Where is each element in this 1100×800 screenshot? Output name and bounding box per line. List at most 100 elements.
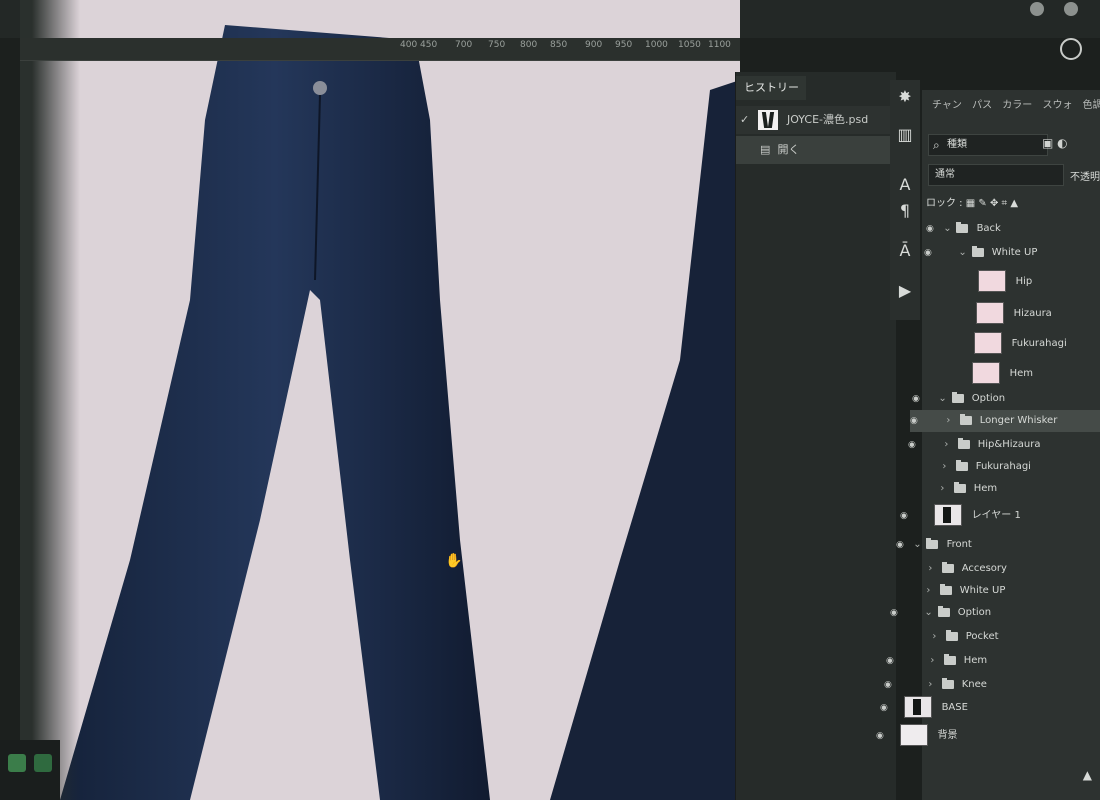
visibility-eye-icon[interactable]: ◉ <box>924 242 938 264</box>
share-icon[interactable] <box>1064 2 1078 16</box>
histogram-icon[interactable]: ▥ <box>894 124 916 146</box>
visibility-eye-icon[interactable]: ◉ <box>910 410 924 432</box>
history-tab[interactable]: ヒストリー <box>736 76 806 100</box>
visibility-empty[interactable] <box>892 580 906 602</box>
layer-hip[interactable]: Hip <box>922 270 1032 292</box>
visibility-empty[interactable] <box>888 626 902 648</box>
visibility-empty[interactable] <box>920 303 934 325</box>
visibility-eye-icon[interactable]: ◉ <box>884 674 898 696</box>
document-canvas[interactable]: ✋ <box>20 0 740 800</box>
chevron-right-icon[interactable]: › <box>944 434 954 456</box>
visibility-empty[interactable] <box>904 478 918 500</box>
layer-group-option[interactable]: ◉ ⌄ Option <box>912 388 1005 410</box>
layer-group-hem-front[interactable]: ◉ › Hem <box>886 650 987 672</box>
chevron-right-icon[interactable]: › <box>932 626 942 648</box>
chevron-down-icon[interactable]: ⌄ <box>913 534 923 556</box>
history-state-open[interactable]: ▤ 開く <box>736 136 896 164</box>
glyphs-icon[interactable]: Ā <box>894 240 916 262</box>
chevron-right-icon[interactable]: › <box>928 558 938 580</box>
snapshot-name: JOYCE-濃色.psd <box>787 113 869 126</box>
layer-thumbnail <box>978 270 1007 292</box>
chevron-down-icon[interactable]: ⌄ <box>958 242 968 264</box>
lock-row: ロック : ▦ ✎ ✥ ⌗ ▲ <box>926 194 1018 209</box>
character-icon[interactable]: A <box>894 174 916 196</box>
lock-all-icon[interactable]: ▲ <box>1010 198 1018 209</box>
visibility-eye-icon[interactable]: ◉ <box>912 388 926 410</box>
lock-artboard-icon[interactable]: ⌗ <box>1002 198 1008 209</box>
layer-group-fukurahagi[interactable]: › Fukurahagi <box>906 456 1031 478</box>
chevron-right-icon[interactable]: › <box>946 410 956 432</box>
layer-group-accesory[interactable]: › Accesory <box>894 558 1007 580</box>
tab-adjustments[interactable]: 色調補 <box>1083 100 1100 111</box>
layer-group-pocket[interactable]: › Pocket <box>888 626 999 648</box>
layer-name: Option <box>957 607 992 618</box>
layer-thumbnail <box>976 302 1005 324</box>
brush-source-icon[interactable]: ✓ <box>740 106 754 134</box>
visibility-eye-icon[interactable]: ◉ <box>886 650 900 672</box>
chevron-right-icon[interactable]: › <box>942 456 952 478</box>
layer-background[interactable]: ◉ 背景 <box>876 724 958 746</box>
tab-color[interactable]: カラー <box>1002 100 1032 111</box>
layer-hem[interactable]: Hem <box>916 362 1033 384</box>
tab-paths[interactable]: パス <box>972 100 992 111</box>
layer-group-hip-hizaura[interactable]: ◉ › Hip&Hizaura <box>908 434 1040 456</box>
chevron-right-icon[interactable]: › <box>928 674 938 696</box>
layer-base[interactable]: ◉ BASE <box>880 696 968 718</box>
workspace-icon[interactable] <box>1030 2 1044 16</box>
history-snapshot[interactable]: ✓ JOYCE-濃色.psd <box>736 106 896 134</box>
lock-transparency-icon[interactable]: ▦ <box>966 198 975 209</box>
visibility-eye-icon[interactable]: ◉ <box>908 434 922 456</box>
sun-icon[interactable]: ✸ <box>894 86 916 108</box>
lock-paint-icon[interactable]: ✎ <box>978 198 986 209</box>
play-icon[interactable]: ▶ <box>894 280 916 302</box>
layer-group-knee[interactable]: ◉ › Knee <box>884 674 987 696</box>
layer-group-white-up[interactable]: ◉ ⌄ White UP <box>924 242 1037 264</box>
visibility-empty[interactable] <box>916 363 930 385</box>
ruler-tick: 850 <box>550 40 568 50</box>
lock-label: ロック : <box>926 198 963 209</box>
layer-group-white-up-front[interactable]: › White UP <box>892 580 1005 602</box>
visibility-empty[interactable] <box>918 333 932 355</box>
blend-mode-select[interactable]: 通常 <box>928 164 1064 186</box>
chevron-right-icon[interactable]: › <box>940 478 950 500</box>
chevron-right-icon[interactable]: › <box>930 650 940 672</box>
layer-filter-select[interactable]: 種類 <box>928 134 1048 156</box>
visibility-empty[interactable] <box>894 558 908 580</box>
layer-group-front[interactable]: ◉ ⌄ Front <box>896 534 972 556</box>
panel-tab-bar: チャン パス カラー スウォ 色調補 <box>932 96 1100 111</box>
visibility-eye-icon[interactable]: ◉ <box>896 534 910 556</box>
layer-group-back[interactable]: ◉ ⌄ Back <box>926 218 1001 240</box>
layer-fukurahagi[interactable]: Fukurahagi <box>918 332 1067 354</box>
chevron-down-icon[interactable]: ⌄ <box>943 218 953 240</box>
visibility-eye-icon[interactable]: ◉ <box>900 505 914 527</box>
paragraph-icon[interactable]: ¶ <box>894 200 916 222</box>
chevron-down-icon[interactable]: ⌄ <box>924 602 934 624</box>
ruler-tick: 950 <box>615 40 633 50</box>
visibility-eye-icon[interactable]: ◉ <box>926 218 940 240</box>
image-filter-icon[interactable]: ▣ <box>1042 136 1053 150</box>
layer-group-longer-whisker[interactable]: ◉ › Longer Whisker <box>910 410 1100 432</box>
layer-group-hem[interactable]: › Hem <box>904 478 997 500</box>
layer-name: レイヤー 1 <box>971 510 1021 521</box>
adjustment-filter-icon[interactable]: ◐ <box>1057 136 1067 150</box>
search-icon[interactable] <box>1060 38 1082 60</box>
visibility-eye-icon[interactable]: ◉ <box>890 602 904 624</box>
chevron-right-icon[interactable]: › <box>926 580 936 602</box>
visibility-eye-icon[interactable]: ◉ <box>880 697 894 719</box>
layer-hizaura[interactable]: Hizaura <box>920 302 1052 324</box>
visibility-empty[interactable] <box>922 271 936 293</box>
ruler-tick: 1000 <box>645 40 668 50</box>
tab-channels[interactable]: チャン <box>932 100 962 111</box>
layer-name: Hem <box>963 655 988 666</box>
visibility-eye-icon[interactable]: ◉ <box>876 725 890 747</box>
chevron-down-icon[interactable]: ⌄ <box>938 388 948 410</box>
layer-thumbnail <box>934 504 963 526</box>
lock-position-icon[interactable]: ✥ <box>990 198 998 209</box>
visibility-empty[interactable] <box>906 456 920 478</box>
layer-group-option-front[interactable]: ◉ ⌄ Option <box>890 602 991 624</box>
layer-1[interactable]: ◉ レイヤー 1 <box>900 504 1021 526</box>
tab-swatches[interactable]: スウォ <box>1042 100 1072 111</box>
app-icon-green[interactable] <box>8 754 26 772</box>
ruler-tick: 450 <box>420 40 438 50</box>
app-icon-excel[interactable] <box>34 754 52 772</box>
